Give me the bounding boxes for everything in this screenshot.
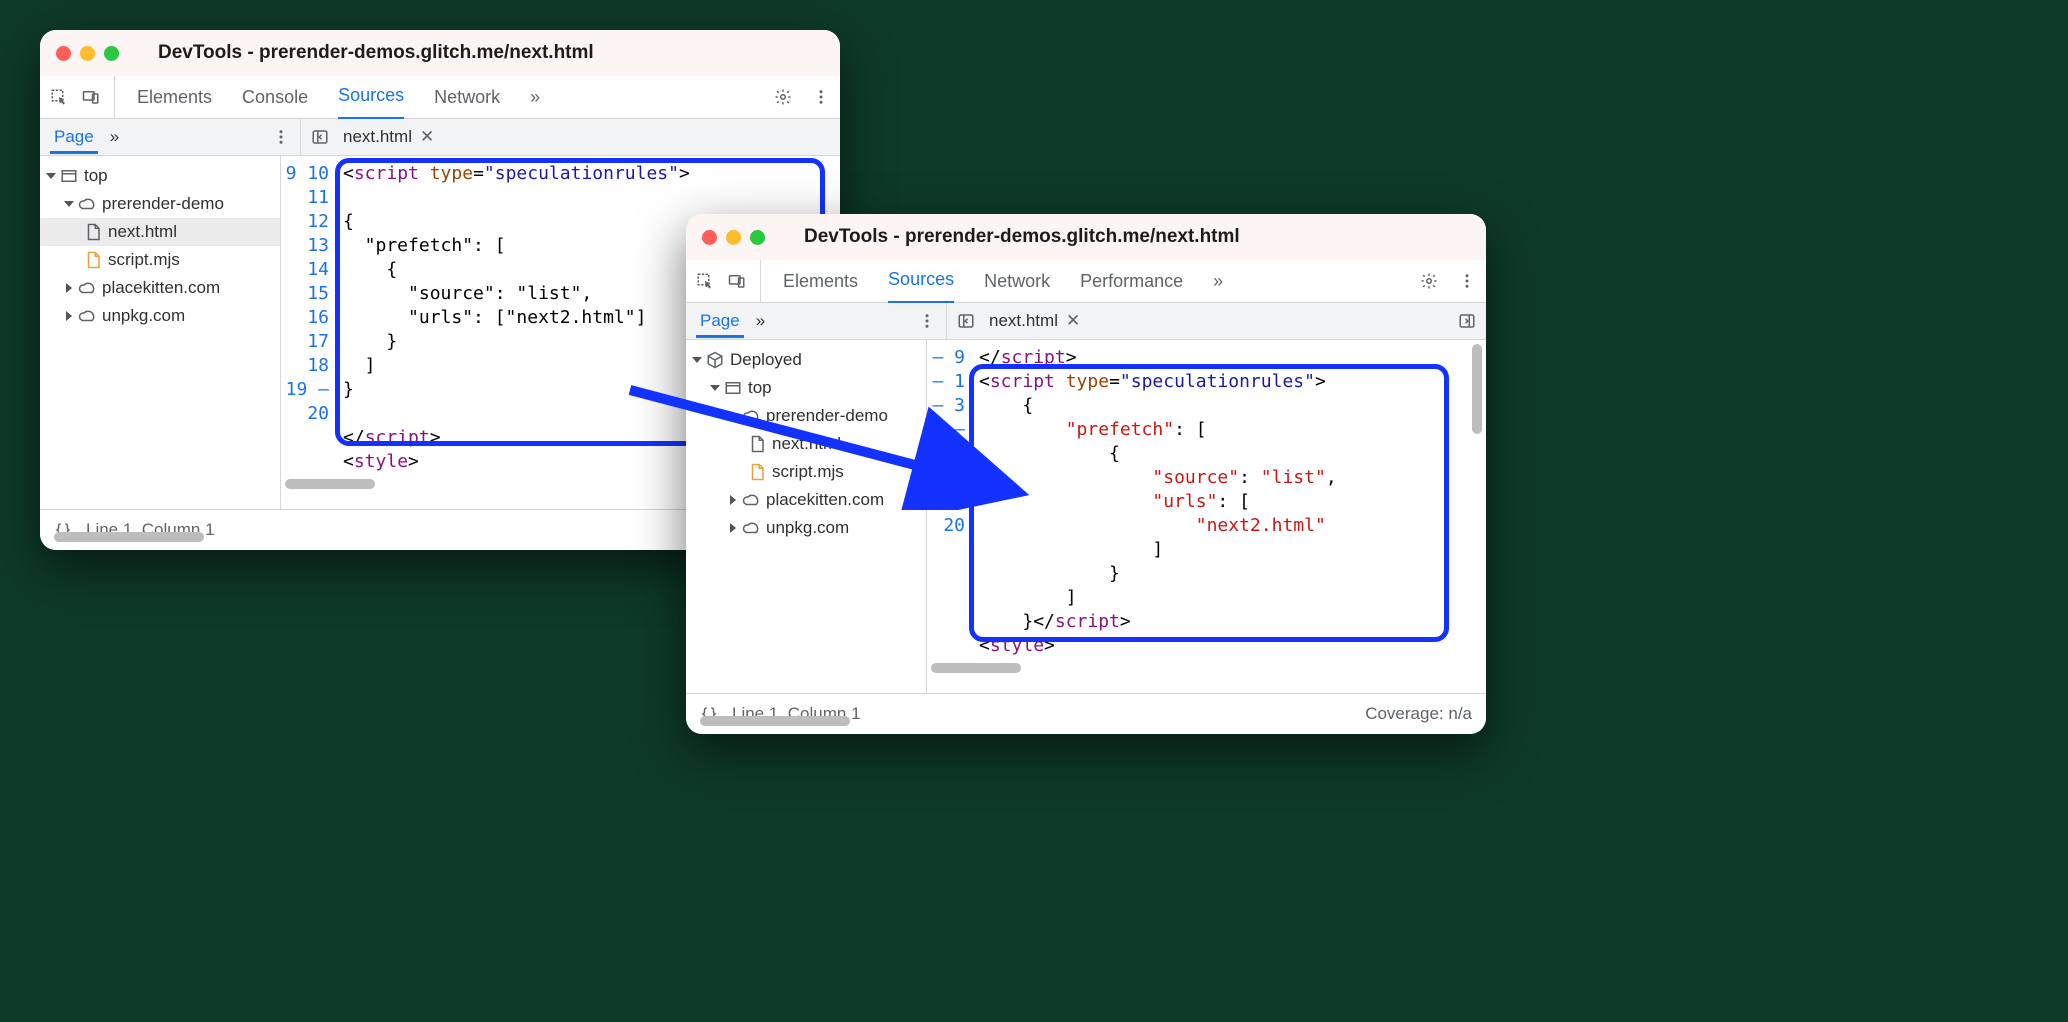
- device-icon[interactable]: [728, 272, 746, 290]
- tab-elements[interactable]: Elements: [783, 260, 858, 302]
- sidebar-tab-more[interactable]: »: [756, 311, 765, 331]
- minimize-window-icon[interactable]: [726, 230, 741, 245]
- tree-domain[interactable]: prerender-demo: [40, 190, 280, 218]
- toggle-navigator-icon[interactable]: [957, 312, 975, 330]
- tab-network[interactable]: Network: [984, 260, 1050, 302]
- minimize-window-icon[interactable]: [80, 46, 95, 61]
- titlebar: DevTools - prerender-demos.glitch.me/nex…: [40, 30, 840, 76]
- tree-unpkg[interactable]: unpkg.com: [686, 514, 926, 542]
- window-h-scrollbar[interactable]: [700, 716, 850, 726]
- window-icon: [60, 167, 78, 185]
- tree-top[interactable]: top: [686, 374, 926, 402]
- tab-console[interactable]: Console: [242, 76, 308, 118]
- sub-toolbar: Page » next.html ✕: [40, 119, 840, 156]
- sidebar-menu-icon[interactable]: [272, 128, 290, 146]
- tab-sources[interactable]: Sources: [888, 259, 954, 304]
- tree-unpkg[interactable]: unpkg.com: [40, 302, 280, 330]
- sidebar-tab-page[interactable]: Page: [696, 305, 744, 338]
- close-window-icon[interactable]: [702, 230, 717, 245]
- tree-placekitten[interactable]: placekitten.com: [686, 486, 926, 514]
- inspect-icon[interactable]: [696, 272, 714, 290]
- file-icon: [748, 435, 766, 453]
- file-tree: top prerender-demo next.html script.mjs …: [40, 156, 281, 509]
- code-content: </script> <script type="speculationrules…: [965, 340, 1486, 693]
- status-bar: Line 1, Column 1 Coverage: n/a: [686, 693, 1486, 734]
- inspect-icon[interactable]: [50, 88, 68, 106]
- titlebar: DevTools - prerender-demos.glitch.me/nex…: [686, 214, 1486, 260]
- maximize-window-icon[interactable]: [750, 230, 765, 245]
- cloud-icon: [78, 195, 96, 213]
- sidebar-tab-page[interactable]: Page: [50, 121, 98, 154]
- tab-network[interactable]: Network: [434, 76, 500, 118]
- tree-domain[interactable]: prerender-demo: [686, 402, 926, 430]
- window-icon: [724, 379, 742, 397]
- tree-file-next-html[interactable]: next.html: [686, 430, 926, 458]
- gear-icon[interactable]: [1420, 272, 1438, 290]
- tree-file-script-mjs[interactable]: script.mjs: [40, 246, 280, 274]
- cloud-icon: [742, 491, 760, 509]
- tab-more[interactable]: »: [1213, 260, 1223, 302]
- tab-elements[interactable]: Elements: [137, 76, 212, 118]
- tree-file-next-html[interactable]: next.html: [40, 218, 280, 246]
- coverage-label: Coverage: n/a: [1365, 704, 1472, 724]
- h-scrollbar[interactable]: [931, 663, 1021, 673]
- sidebar-menu-icon[interactable]: [918, 312, 936, 330]
- window-title: DevTools - prerender-demos.glitch.me/nex…: [158, 42, 594, 64]
- v-scrollbar[interactable]: [1472, 344, 1482, 434]
- kebab-menu-icon[interactable]: [812, 88, 830, 106]
- tree-deployed[interactable]: Deployed: [686, 346, 926, 374]
- file-icon: [84, 223, 102, 241]
- h-scrollbar[interactable]: [285, 479, 375, 489]
- maximize-window-icon[interactable]: [104, 46, 119, 61]
- main-toolbar: Elements Console Sources Network »: [40, 76, 840, 119]
- cloud-icon: [78, 307, 96, 325]
- tab-sources[interactable]: Sources: [338, 75, 404, 120]
- toggle-navigator-icon[interactable]: [311, 128, 329, 146]
- tree-file-script-mjs[interactable]: script.mjs: [686, 458, 926, 486]
- cloud-icon: [78, 279, 96, 297]
- devtools-window-b: DevTools - prerender-demos.glitch.me/nex…: [686, 214, 1486, 734]
- close-tab-icon[interactable]: ✕: [1066, 311, 1080, 331]
- kebab-menu-icon[interactable]: [1458, 272, 1476, 290]
- close-tab-icon[interactable]: ✕: [420, 127, 434, 147]
- device-icon[interactable]: [82, 88, 100, 106]
- file-tree: Deployed top prerender-demo next.html sc…: [686, 340, 927, 693]
- cloud-icon: [742, 407, 760, 425]
- sub-toolbar: Page » next.html ✕: [686, 303, 1486, 340]
- toggle-sidebar-right-icon[interactable]: [1458, 312, 1476, 330]
- window-title: DevTools - prerender-demos.glitch.me/nex…: [804, 226, 1240, 248]
- main-toolbar: Elements Sources Network Performance »: [686, 260, 1486, 303]
- tree-placekitten[interactable]: placekitten.com: [40, 274, 280, 302]
- gear-icon[interactable]: [774, 88, 792, 106]
- close-window-icon[interactable]: [56, 46, 71, 61]
- sidebar-tab-more[interactable]: »: [110, 127, 119, 147]
- file-icon: [748, 463, 766, 481]
- file-icon: [84, 251, 102, 269]
- tab-more[interactable]: »: [530, 76, 540, 118]
- window-h-scrollbar[interactable]: [54, 532, 204, 542]
- code-editor[interactable]: – 9 – 1 – 3 – – – 6 – – – 20 </script> <…: [927, 340, 1486, 693]
- open-file-tab[interactable]: next.html: [343, 127, 412, 147]
- box-icon: [706, 351, 724, 369]
- tab-performance[interactable]: Performance: [1080, 260, 1183, 302]
- cloud-icon: [742, 519, 760, 537]
- tree-top[interactable]: top: [40, 162, 280, 190]
- open-file-tab[interactable]: next.html: [989, 311, 1058, 331]
